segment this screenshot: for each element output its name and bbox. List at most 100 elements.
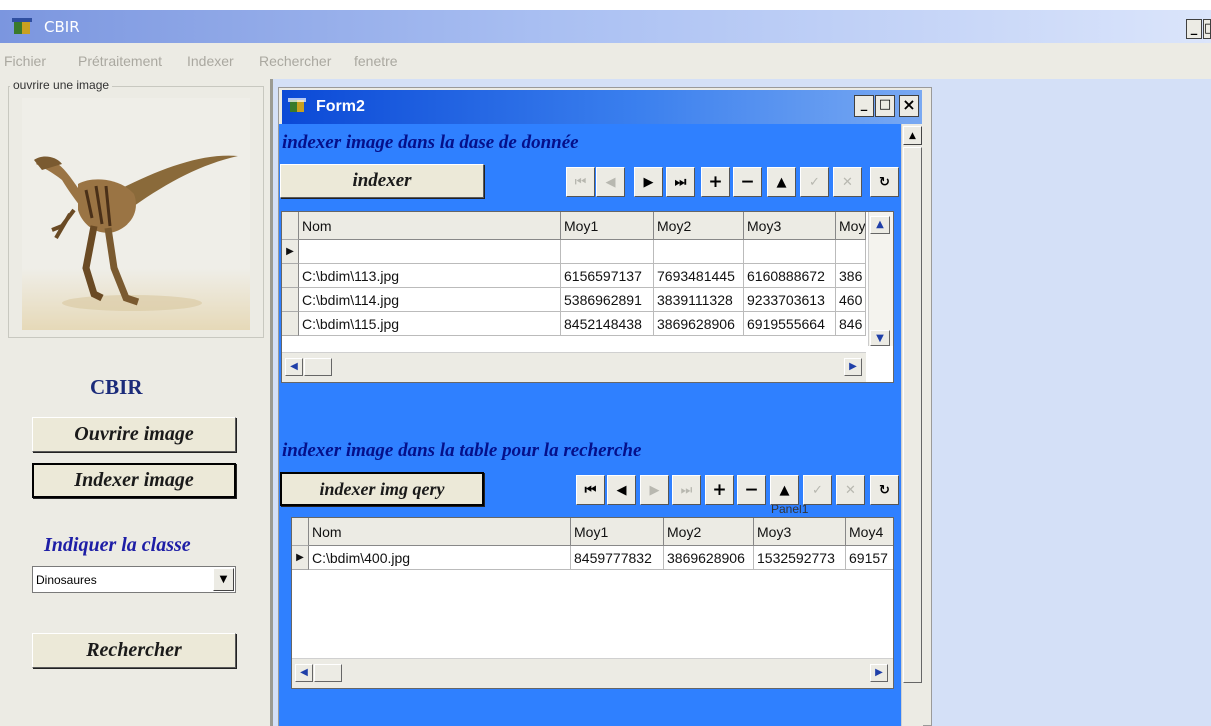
table-row-cell[interactable]: 6919555664 [744,312,836,336]
menu-fichier[interactable]: Fichier [4,53,46,69]
nav1-insert-icon[interactable]: + [701,167,730,197]
form2-close-button[interactable]: × [899,95,919,117]
grid-header-moy1[interactable]: Moy1 [561,212,654,240]
grid-scroll-left-icon[interactable]: ◀ [285,358,303,376]
grid-horizontal-scrollbar[interactable] [282,352,866,382]
menu-fenetre[interactable]: fenetre [354,53,398,69]
table-row-cell[interactable]: 6156597137 [561,264,654,288]
form2-minimize-button[interactable]: _ [854,95,874,117]
grid-horizontal-scrollbar[interactable] [292,658,893,688]
grid-header-moy2[interactable]: Moy2 [654,212,744,240]
grid-scroll-thumb[interactable] [304,358,332,376]
menu-rechercher[interactable]: Rechercher [259,53,331,69]
form2-icon [288,97,308,115]
table-row-cell[interactable] [744,240,836,264]
table-row-cell[interactable]: 1532592773 [754,546,846,570]
grid-header-moy2[interactable]: Moy2 [664,518,754,546]
image-groupbox-caption: ouvrire une image [10,78,113,92]
form2-titlebar[interactable] [282,90,922,124]
app-title: CBIR [44,18,80,36]
table-row-cell[interactable]: C:\bdim\115.jpg [299,312,561,336]
grid-header-moy1[interactable]: Moy1 [571,518,664,546]
table-row-cell[interactable]: 5386962891 [561,288,654,312]
grid-scroll-right-icon[interactable]: ▶ [844,358,862,376]
row-indicator [282,264,299,288]
nav2-post-icon[interactable]: ✓ [803,475,832,505]
scroll-up-icon[interactable]: ▲ [903,126,922,145]
nav1-cancel-icon[interactable]: ✕ [833,167,862,197]
index-query-button[interactable]: indexer img qery [280,472,484,506]
table-row-cell[interactable]: 460 [836,288,866,312]
table-row-cell[interactable]: 69157 [846,546,893,570]
db-grid[interactable]: Nom Moy1 Moy2 Moy3 Moy ▶ C:\bdim\113.jpg… [281,211,894,383]
table-row-cell[interactable]: C:\bdim\400.jpg [309,546,571,570]
grid-scroll-down-icon[interactable]: ▼ [870,330,890,346]
grid-scroll-thumb[interactable] [314,664,342,682]
dropdown-arrow-icon[interactable]: ▼ [213,568,234,591]
left-panel-splitter[interactable] [270,79,273,726]
section-db-title: indexer image dans la dase de donnée [282,132,579,153]
nav1-delete-icon[interactable]: − [733,167,762,197]
scroll-thumb[interactable] [903,147,922,683]
search-button[interactable]: Rechercher [32,633,236,668]
row-indicator [282,312,299,336]
grid-header-nom[interactable]: Nom [309,518,571,546]
nav2-cancel-icon[interactable]: ✕ [836,475,865,505]
nav2-last-icon[interactable]: ⏭ [672,475,701,505]
table-row-cell[interactable]: 846 [836,312,866,336]
menu-indexer[interactable]: Indexer [187,53,234,69]
nav1-last-icon[interactable]: ⏭ [666,167,695,197]
grid-corner [282,212,299,240]
nav2-prior-icon[interactable]: ◀ [607,475,636,505]
index-db-button[interactable]: indexer [280,164,484,198]
form2-maximize-button[interactable]: □ [875,95,895,117]
table-row-cell[interactable]: 386 [836,264,866,288]
grid-header-moy[interactable]: Moy [836,212,866,240]
menu-pretraitement[interactable]: Prétraitement [78,53,162,69]
nav2-refresh-icon[interactable]: ↻ [870,475,899,505]
grid-scroll-right-icon[interactable]: ▶ [870,664,888,682]
nav1-refresh-icon[interactable]: ↻ [870,167,899,197]
nav2-edit-icon[interactable]: ▲ [770,475,799,505]
table-row-cell[interactable]: 8459777832 [571,546,664,570]
table-row-cell[interactable]: 3869628906 [654,312,744,336]
grid-header-moy4[interactable]: Moy4 [846,518,893,546]
open-image-button[interactable]: Ouvrire image [32,417,236,452]
table-row-cell[interactable] [654,240,744,264]
table-row-cell[interactable] [561,240,654,264]
app-maximize-button[interactable]: □ [1203,19,1211,39]
table-row-cell[interactable]: 9233703613 [744,288,836,312]
table-row-cell[interactable]: 7693481445 [654,264,744,288]
grid-header-nom[interactable]: Nom [299,212,561,240]
class-select[interactable]: Dinosaures [32,566,236,593]
table-row-cell[interactable]: C:\bdim\113.jpg [299,264,561,288]
class-label: Indiquer la classe [44,534,191,556]
query-grid[interactable]: Nom Moy1 Moy2 Moy3 Moy4 ▶ C:\bdim\400.jp… [291,517,894,689]
table-row-cell[interactable]: C:\bdim\114.jpg [299,288,561,312]
app-minimize-button[interactable]: _ [1186,19,1202,39]
table-row-cell[interactable]: 3869628906 [664,546,754,570]
nav1-first-icon[interactable]: ⏮ [566,167,595,197]
grid-scroll-up-icon[interactable]: ▲ [870,216,890,234]
nav2-delete-icon[interactable]: − [737,475,766,505]
table-row-cell[interactable] [836,240,866,264]
table-row-cell[interactable]: 8452148438 [561,312,654,336]
nav2-next-icon[interactable]: ▶ [640,475,669,505]
table-row-cell[interactable]: 3839111328 [654,288,744,312]
app-titlebar [0,10,1211,43]
nav2-insert-icon[interactable]: + [705,475,734,505]
panel-caption: Panel1 [771,505,809,514]
table-row-cell[interactable] [299,240,561,264]
nav1-post-icon[interactable]: ✓ [800,167,829,197]
nav2-first-icon[interactable]: ⏮ [576,475,605,505]
app-icon [12,17,34,37]
index-image-button[interactable]: Indexer image [32,463,236,498]
grid-scroll-left-icon[interactable]: ◀ [295,664,313,682]
nav1-prior-icon[interactable]: ◀ [596,167,625,197]
grid-header-moy3[interactable]: Moy3 [744,212,836,240]
grid-header-moy3[interactable]: Moy3 [754,518,846,546]
nav1-next-icon[interactable]: ▶ [634,167,663,197]
nav1-edit-icon[interactable]: ▲ [767,167,796,197]
table-row-cell[interactable]: 6160888672 [744,264,836,288]
menu-bar [0,43,1211,79]
